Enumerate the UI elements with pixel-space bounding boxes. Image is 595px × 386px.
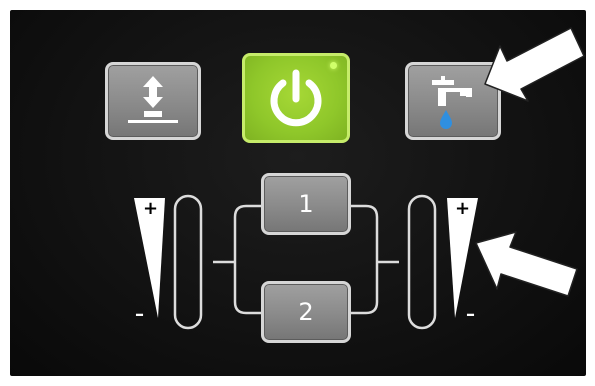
- annotation-arrow-top: [484, 27, 585, 102]
- right-minus-label: –: [466, 304, 475, 325]
- right-level-slider: [407, 194, 437, 330]
- right-plus-label: +: [455, 198, 471, 219]
- right-bracket: [351, 204, 399, 315]
- left-level-slider: [173, 194, 203, 330]
- panel-graphics: [134, 27, 585, 330]
- annotation-arrow-bottom: [475, 231, 578, 297]
- left-bracket: [213, 204, 261, 315]
- left-minus-label: –: [135, 304, 144, 325]
- left-plus-label: +: [143, 198, 159, 219]
